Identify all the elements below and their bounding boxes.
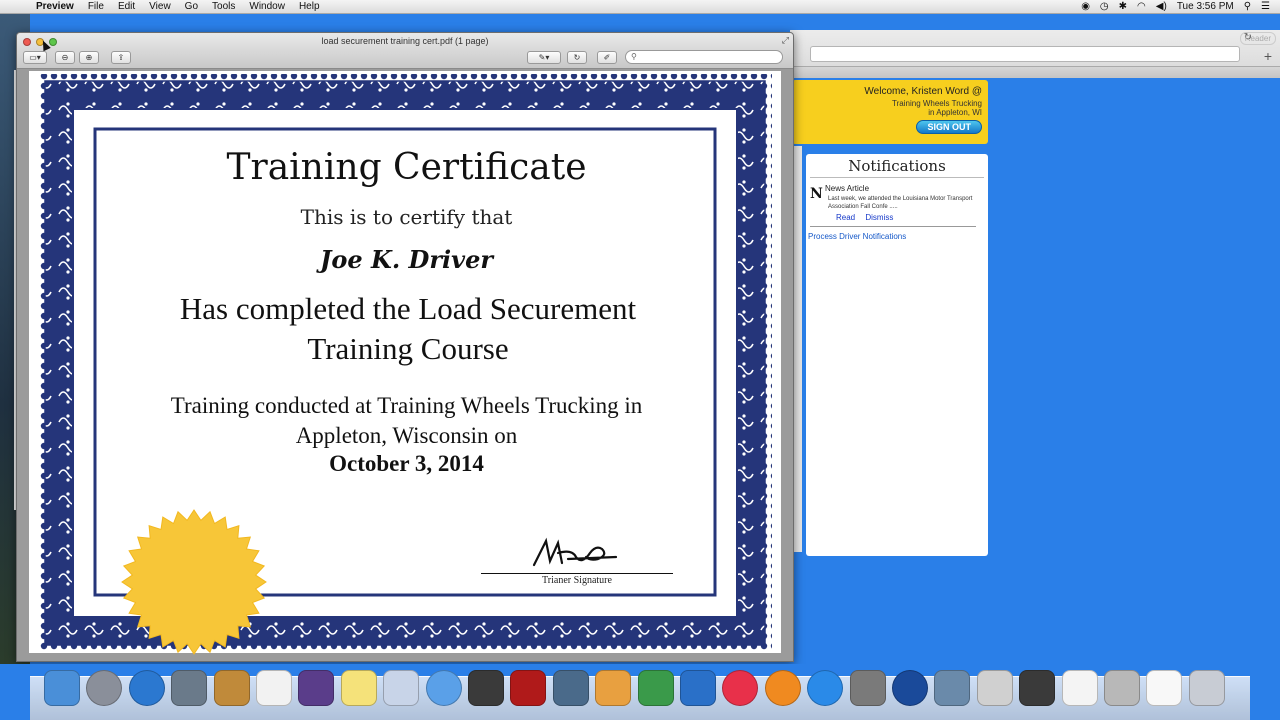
divider: [810, 226, 976, 227]
menu-edit[interactable]: Edit: [118, 0, 135, 14]
iphoto-icon[interactable]: [552, 670, 589, 706]
welcome-panel: Welcome, Kristen Word @ Training Wheels …: [792, 80, 988, 144]
signature: [532, 537, 618, 567]
app-store-icon[interactable]: [807, 670, 844, 706]
reader-button[interactable]: Reader: [1239, 32, 1276, 45]
new-tab-icon[interactable]: +: [1264, 48, 1272, 64]
read-link[interactable]: Read: [836, 213, 855, 222]
conducted-line-1: Training conducted at Training Wheels Tr…: [170, 393, 643, 418]
certificate-title: Training Certificate: [226, 147, 587, 188]
terminal-icon[interactable]: [1019, 670, 1056, 706]
record-icon[interactable]: ◉: [1081, 0, 1090, 14]
mail-icon[interactable]: [383, 670, 420, 706]
notification-item: N News Article Last week, we attended th…: [808, 184, 982, 222]
notification-initial: N: [810, 186, 823, 202]
bluetooth-icon[interactable]: ✱: [1119, 0, 1127, 14]
pages-icon[interactable]: [595, 670, 632, 706]
search-icon[interactable]: ⚲: [1244, 0, 1251, 14]
signature-label: Trianer Signature: [542, 575, 612, 586]
quicktime-icon[interactable]: [892, 670, 928, 706]
share-icon[interactable]: ⇪: [111, 51, 131, 64]
menu-go[interactable]: Go: [185, 0, 198, 14]
time-machine-icon[interactable]: ◷: [1100, 0, 1109, 14]
recipient-name: Joe K. Driver: [320, 245, 493, 274]
completion-line-1: Has completed the Load Securement: [179, 291, 637, 326]
menu-tools[interactable]: Tools: [212, 0, 235, 14]
menu-preview[interactable]: Preview: [36, 0, 74, 14]
fullscreen-icon[interactable]: ⤢: [782, 35, 789, 46]
divider: [810, 177, 984, 178]
menubar-clock[interactable]: Tue 3:56 PM: [1177, 0, 1234, 14]
image-capture-icon[interactable]: [934, 670, 971, 706]
sign-out-button[interactable]: SIGN OUT: [916, 120, 982, 134]
imovie-icon[interactable]: [298, 670, 335, 706]
window-title: load securement training cert.pdf (1 pag…: [321, 36, 489, 46]
facetime-icon[interactable]: [468, 670, 504, 706]
finder-icon[interactable]: [44, 670, 80, 706]
browser-tab-strip: [790, 66, 1280, 78]
certificate-content: Training Certificate This is to certify …: [98, 133, 715, 655]
sidebar-icon[interactable]: ▭▾: [23, 51, 47, 64]
annotate-icon[interactable]: ✎▾: [527, 51, 561, 64]
photo-booth-icon[interactable]: [510, 670, 547, 706]
document-icon[interactable]: [1061, 670, 1098, 706]
system-preferences-icon[interactable]: [849, 670, 886, 706]
zoom-out-icon[interactable]: ⊖: [55, 51, 75, 64]
preview-window: load securement training cert.pdf (1 pag…: [16, 32, 794, 662]
volume-icon[interactable]: ◀): [1156, 0, 1167, 14]
calendar-icon[interactable]: [256, 670, 292, 706]
search-field[interactable]: ⚲: [625, 50, 783, 64]
welcome-location: in Appleton, WI: [928, 108, 982, 117]
completion-text: Has completed the Load Securement Traini…: [108, 289, 708, 369]
safari-icon[interactable]: [128, 670, 165, 706]
address-bar[interactable]: [810, 46, 1240, 62]
pdf-document-icon[interactable]: [1146, 670, 1183, 706]
keynote-icon[interactable]: [680, 670, 716, 706]
menu-bar: Preview File Edit View Go Tools Window H…: [0, 0, 1280, 14]
process-notifications-link[interactable]: Process Driver Notifications: [808, 232, 988, 241]
preview-toolbar: load securement training cert.pdf (1 pag…: [17, 33, 793, 69]
scanner-icon[interactable]: [1104, 670, 1140, 706]
conducted-line-2: Appleton, Wisconsin on: [295, 423, 518, 448]
welcome-company: Training Wheels Trucking: [892, 99, 982, 108]
certificate-page: Training Certificate This is to certify …: [29, 71, 781, 655]
list-icon[interactable]: ☰: [1261, 0, 1270, 14]
trash-icon[interactable]: [1188, 670, 1225, 706]
notifications-title: Notifications: [848, 157, 946, 175]
menu-help[interactable]: Help: [299, 0, 320, 14]
printer-icon[interactable]: [976, 670, 1013, 706]
menu-window[interactable]: Window: [249, 0, 285, 14]
search-icon: ⚲: [631, 52, 637, 61]
messages-icon[interactable]: [425, 670, 462, 706]
numbers-icon[interactable]: [637, 670, 674, 706]
dismiss-link[interactable]: Dismiss: [865, 213, 893, 222]
welcome-greeting: Welcome, Kristen Word @: [864, 86, 982, 97]
menu-file[interactable]: File: [88, 0, 104, 14]
certificate-date: October 3, 2014: [329, 451, 484, 476]
preview-icon[interactable]: [171, 670, 208, 706]
completion-line-2: Training Course: [307, 331, 509, 366]
wifi-icon[interactable]: ◠: [1137, 0, 1146, 14]
conducted-text: Training conducted at Training Wheels Tr…: [98, 391, 715, 451]
ibooks-icon[interactable]: [764, 670, 801, 706]
rotate-icon[interactable]: ↻: [567, 51, 587, 64]
signature-line: [481, 573, 673, 574]
gold-seal: [121, 509, 267, 655]
notification-title: News Article: [825, 184, 870, 193]
certify-text: This is to certify that: [300, 205, 513, 229]
stickies-icon[interactable]: [340, 670, 377, 706]
menu-view[interactable]: View: [149, 0, 171, 14]
zoom-in-icon[interactable]: ⊕: [79, 51, 99, 64]
notification-body: Last week, we attended the Louisiana Mot…: [828, 196, 973, 210]
edit-icon[interactable]: ✐: [597, 51, 617, 64]
notifications-panel: Notifications N News Article Last week, …: [806, 154, 988, 556]
contacts-icon[interactable]: [213, 670, 250, 706]
